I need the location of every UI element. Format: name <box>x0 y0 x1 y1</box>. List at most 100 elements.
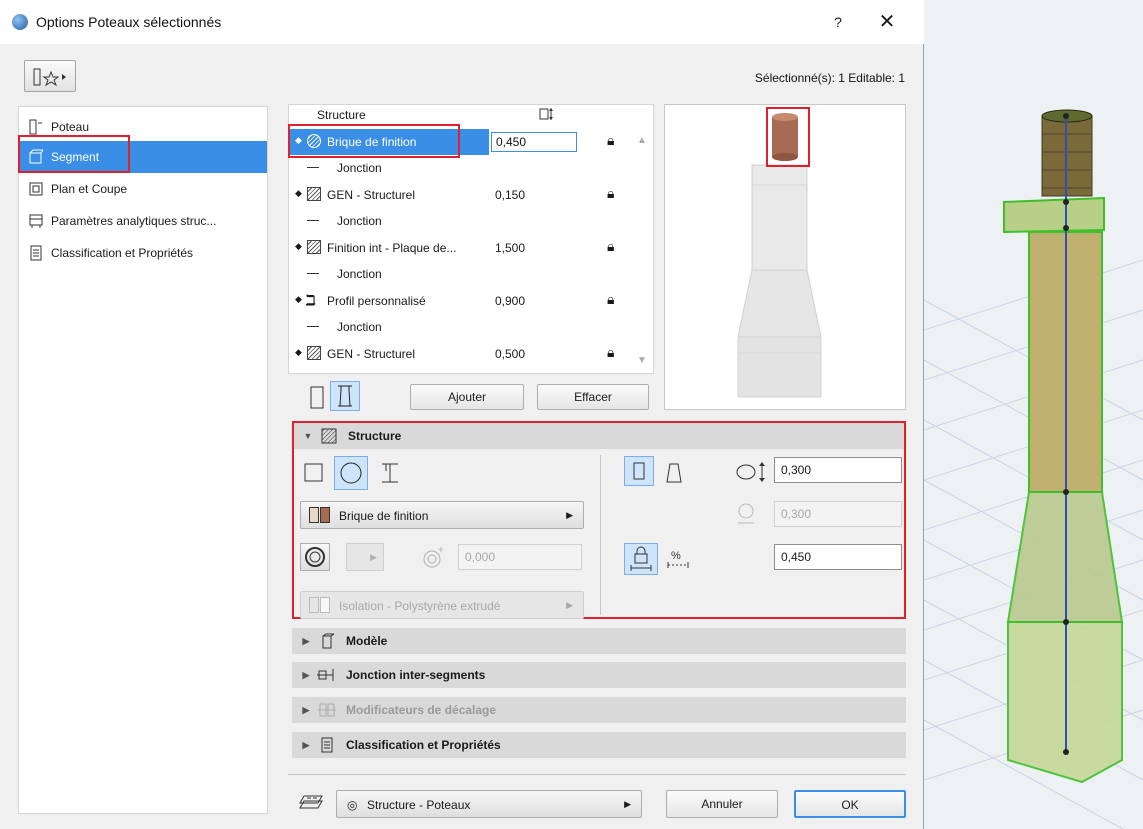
dropdown-arrow-icon: ▶ <box>566 510 573 520</box>
junction-row[interactable]: Jonction <box>289 155 629 181</box>
fixed-length-lock-button[interactable] <box>624 543 658 575</box>
segment-name: Finition int - Plaque de... <box>327 241 457 255</box>
segment-length-input[interactable]: 0,450 <box>491 132 577 152</box>
nav-item-plan-et-coupe[interactable]: Plan et Coupe <box>19 173 267 205</box>
floor-plan-icon <box>27 181 45 197</box>
column-preview-drawing <box>737 113 822 398</box>
scroll-down-icon[interactable]: ▼ <box>637 355 647 366</box>
model-icon <box>316 633 338 649</box>
structure-section-header[interactable]: ▼ Structure <box>294 423 904 449</box>
segment-name: GEN - Structurel <box>327 347 416 361</box>
segment-preview <box>664 104 906 410</box>
material-swatch-dark <box>320 507 330 523</box>
drag-handle-icon[interactable]: ◆ <box>295 347 302 358</box>
straight-segment-mode-icon[interactable] <box>306 384 328 410</box>
segment-length-field[interactable]: 0,450 <box>774 544 902 570</box>
lock-icon[interactable]: 🔒︎ <box>607 291 614 308</box>
nav-item-segment[interactable]: Segment <box>19 141 267 173</box>
panel-divider <box>600 455 601 615</box>
eye-icon: ◎ <box>347 798 358 812</box>
cancel-button[interactable]: Annuler <box>666 790 778 818</box>
segment-length[interactable]: 1,500 <box>495 241 525 255</box>
offset-icon <box>316 702 338 718</box>
segment-name: Brique de finition <box>327 135 417 149</box>
segment-name: Profil personnalisé <box>327 294 426 308</box>
material-dropdown[interactable]: Brique de finition ▶ <box>300 501 584 529</box>
3d-viewport[interactable] <box>924 0 1143 829</box>
profile-shape-button[interactable] <box>376 459 404 487</box>
segment-row[interactable]: ◆ Brique de finition <box>289 129 489 155</box>
segment-row[interactable]: ◆ ℶ Profil personnalisé 0,900 🔒︎ <box>289 288 629 314</box>
core-offset-icon: + <box>422 545 446 569</box>
segment-row[interactable]: ◆ GEN - Structurel 0,150 🔒︎ <box>289 182 629 208</box>
junction-line-icon <box>307 167 319 168</box>
straight-profile-button[interactable] <box>624 456 654 486</box>
lock-icon[interactable]: 🔒︎ <box>607 344 614 361</box>
hatch-icon <box>307 240 321 254</box>
core-offset-field[interactable]: 0,000 <box>458 544 582 570</box>
junction-section-header[interactable]: ▶ Jonction inter-segments <box>292 662 906 688</box>
help-button[interactable]: ? <box>826 11 850 33</box>
junction-label: Jonction <box>337 267 382 281</box>
tapered-profile-button[interactable] <box>660 459 688 487</box>
scroll-up-icon[interactable]: ▲ <box>637 135 647 146</box>
material-swatch-light <box>309 507 319 523</box>
3d-column-model <box>924 109 1143 829</box>
delete-segment-button[interactable]: Effacer <box>537 384 649 410</box>
lock-icon[interactable]: 🔒︎ <box>607 132 614 149</box>
section-title: Structure <box>348 429 402 443</box>
circle-shape-button[interactable] <box>334 456 368 490</box>
tapered-segment-mode-icon[interactable] <box>330 381 360 411</box>
nav-label: Classification et Propriétés <box>51 246 194 260</box>
analytic-icon <box>27 213 45 229</box>
expand-arrow-icon: ▶ <box>302 669 310 680</box>
column-icon <box>27 119 45 135</box>
nav-item-parametres-analytiques[interactable]: Paramètres analytiques struc... <box>19 205 267 237</box>
insulation-dropdown[interactable]: Isolation - Polystyrène extrudé ▶ <box>300 591 584 619</box>
segment-row[interactable]: ◆ Finition int - Plaque de... 1,500 🔒︎ <box>289 235 629 261</box>
junction-icon <box>316 667 338 683</box>
segment-icon <box>27 149 45 165</box>
junction-label: Jonction <box>337 214 382 228</box>
segment-length[interactable]: 0,900 <box>495 294 525 308</box>
drag-handle-icon[interactable]: ◆ <box>295 135 302 146</box>
veneer-dropdown[interactable]: ▶ <box>346 543 384 571</box>
depth-field[interactable]: 0,300 <box>774 501 902 527</box>
ok-button[interactable]: OK <box>794 790 906 818</box>
drag-handle-icon[interactable]: ◆ <box>295 241 302 252</box>
core-finish-toggle[interactable] <box>300 543 330 571</box>
segment-length[interactable]: 0,150 <box>495 188 525 202</box>
lock-icon[interactable]: 🔒︎ <box>607 185 614 202</box>
close-button[interactable]: ✕ <box>872 9 902 35</box>
insulation-swatch-icon <box>309 597 319 613</box>
nav-item-poteau[interactable]: Poteau <box>19 111 267 143</box>
expand-arrow-icon: ▶ <box>302 635 310 646</box>
expand-arrow-icon: ▶ <box>302 739 310 750</box>
junction-row[interactable]: Jonction <box>289 314 629 340</box>
insulation-name: Isolation - Polystyrène extrudé <box>339 599 501 613</box>
segment-row[interactable]: ◆ GEN - Structurel 0,500 🔒︎ <box>289 341 629 367</box>
model-section-header[interactable]: ▶ Modèle <box>292 628 906 654</box>
percent-length-icon[interactable]: % <box>664 547 694 573</box>
junction-row[interactable]: Jonction <box>289 208 629 234</box>
width-field[interactable]: 0,300 <box>774 457 902 483</box>
width-icon <box>734 461 770 483</box>
settings-nav: Poteau Segment Plan et Coupe Paramètres … <box>18 106 268 814</box>
rectangle-shape-button[interactable] <box>300 459 328 487</box>
favorites-button[interactable] <box>24 60 76 92</box>
junction-row[interactable]: Jonction <box>289 261 629 287</box>
segment-length[interactable]: 0,500 <box>495 347 525 361</box>
drag-handle-icon[interactable]: ◆ <box>295 188 302 199</box>
classification-section-header[interactable]: ▶ Classification et Propriétés <box>292 732 906 758</box>
lock-icon[interactable]: 🔒︎ <box>607 238 614 255</box>
dropdown-arrow-icon: ▶ <box>566 600 573 610</box>
add-segment-button[interactable]: Ajouter <box>410 384 524 410</box>
drag-handle-icon[interactable]: ◆ <box>295 294 302 305</box>
layer-name: Structure - Poteaux <box>367 798 471 812</box>
profile-icon: ℶ <box>306 292 316 308</box>
layer-dropdown[interactable]: ◎ Structure - Poteaux ▶ <box>336 790 642 818</box>
segment-structure-list[interactable]: Structure ◆ Brique de finition 0,450 🔒︎ … <box>288 104 654 374</box>
nav-item-classification[interactable]: Classification et Propriétés <box>19 237 267 269</box>
dialog-title: Options Poteaux sélectionnés <box>36 14 222 30</box>
segment-name: GEN - Structurel <box>327 188 416 202</box>
